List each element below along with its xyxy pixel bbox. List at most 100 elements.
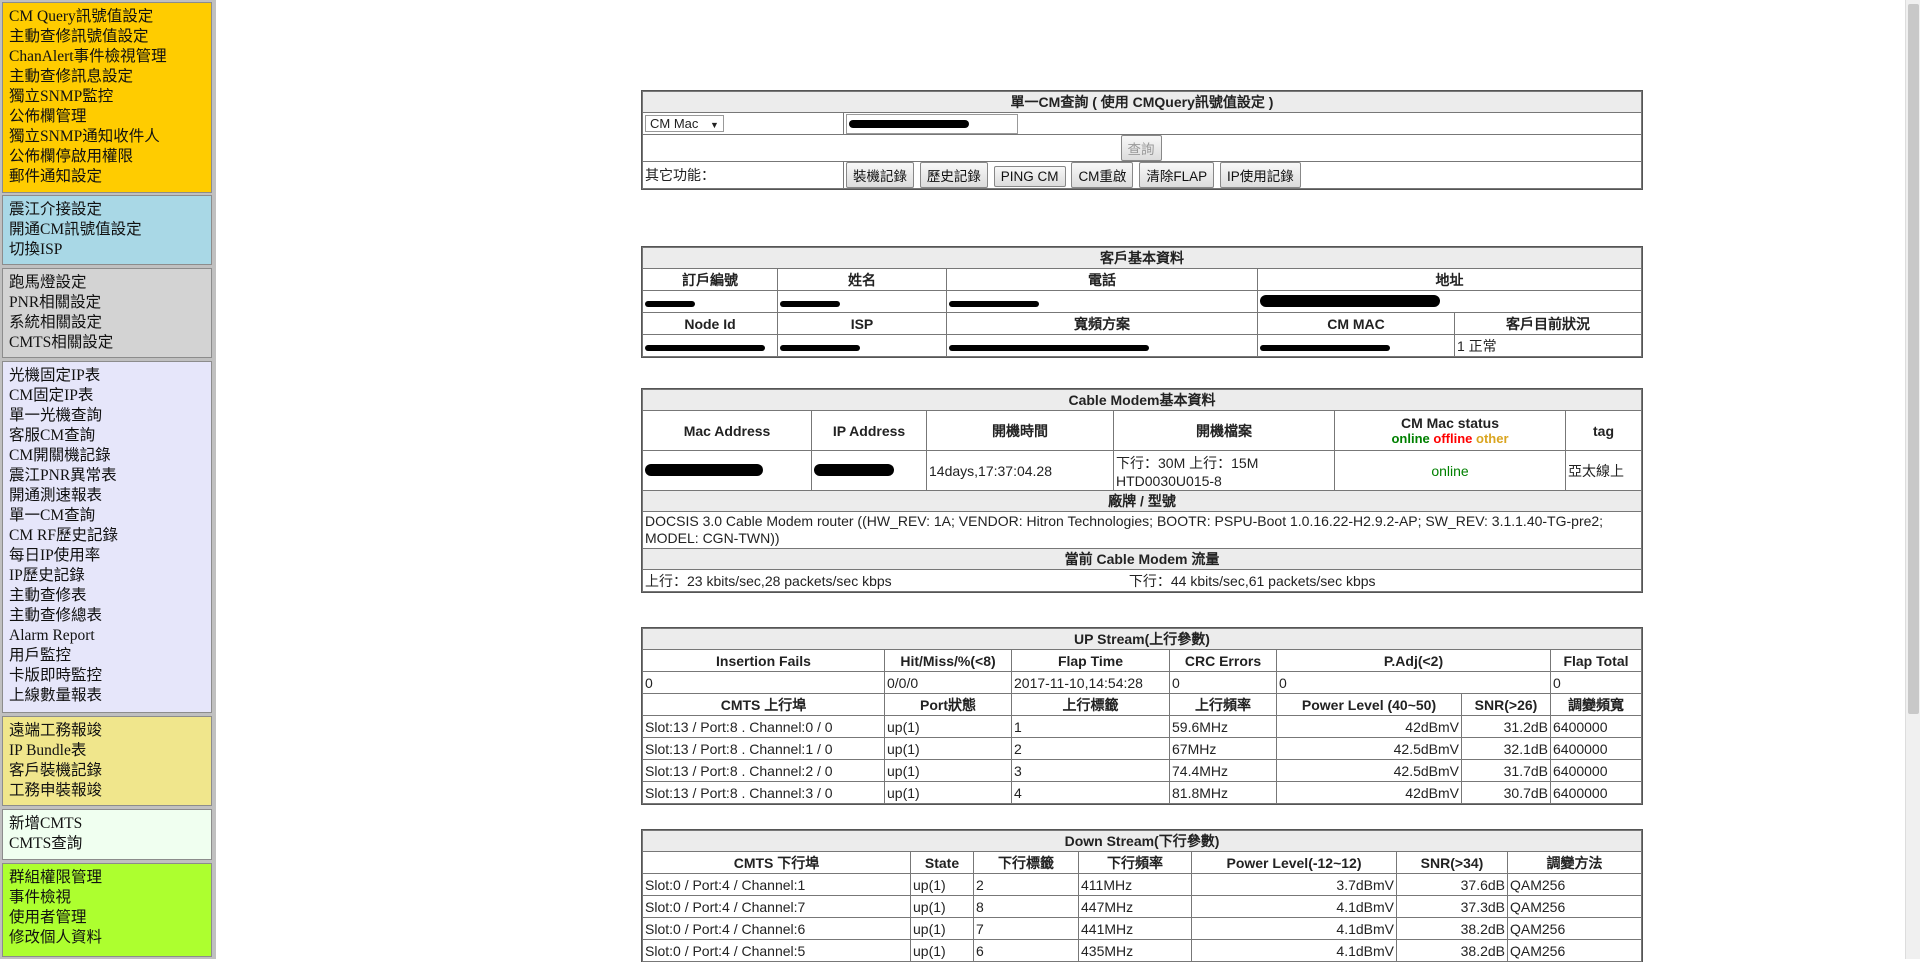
- col-upstream-freq: 上行頻率: [1169, 693, 1277, 716]
- sidebar-item[interactable]: 群組權限管理: [9, 868, 211, 888]
- down-snr: 38.2dB: [1396, 917, 1508, 940]
- sidebar-item[interactable]: 主動查修總表: [9, 606, 211, 626]
- sidebar-item[interactable]: 事件檢視: [9, 888, 211, 908]
- sidebar-item[interactable]: 用戶監控: [9, 646, 211, 666]
- search-button[interactable]: 查詢: [1120, 135, 1162, 161]
- downstream-port: Slot:0 / Port:4 / Channel:5: [642, 939, 911, 962]
- sidebar-item[interactable]: 主動查修訊號值設定: [9, 27, 211, 47]
- sidebar-item[interactable]: 主動查修表: [9, 586, 211, 606]
- legend-other: other: [1476, 431, 1509, 446]
- col-port-state: Port狀態: [884, 693, 1012, 716]
- sidebar-group-settings: CM Query訊號值設定 主動查修訊號值設定 ChanAlert事件檢視管理 主動查…: [2, 2, 212, 193]
- table-row: Slot:0 / Port:4 / Channel:7 up(1) 8 447M…: [642, 895, 1642, 918]
- up-power-level: 42.5dBmV: [1276, 737, 1462, 760]
- sidebar-item[interactable]: 開通測速報表: [9, 486, 211, 506]
- sidebar-item[interactable]: 系統相關設定: [9, 313, 211, 333]
- col-downstream-freq: 下行頻率: [1078, 851, 1192, 874]
- upstream-title: UP Stream(上行參數): [642, 628, 1642, 650]
- sidebar-item[interactable]: 使用者管理: [9, 908, 211, 928]
- col-boot-file: 開機檔案: [1113, 410, 1335, 451]
- sidebar-item[interactable]: 開通CM訊號值設定: [9, 220, 211, 240]
- downstream-freq: 435MHz: [1078, 939, 1192, 962]
- downstream-panel: Down Stream(下行參數) CMTS 下行埠 State 下行標籤 下行…: [641, 829, 1643, 962]
- table-row: Slot:0 / Port:4 / Channel:6 up(1) 7 441M…: [642, 917, 1642, 940]
- sidebar-item[interactable]: 光機固定IP表: [9, 366, 211, 386]
- sidebar-item[interactable]: CM固定IP表: [9, 386, 211, 406]
- up-power-level: 42.5dBmV: [1276, 759, 1462, 782]
- vertical-scrollbar[interactable]: [1905, 0, 1920, 959]
- table-row: Slot:13 / Port:8 . Channel:0 / 0 up(1) 1…: [642, 715, 1642, 738]
- col-padj: P.Adj(<2): [1276, 649, 1551, 672]
- flap-time-value: 2017-11-10,14:54:28: [1011, 671, 1170, 694]
- sidebar-group-reports: 光機固定IP表 CM固定IP表 單一光機查詢 客服CM查詢 CM開關機記錄 震江PNR異常…: [2, 361, 212, 713]
- upstream-panel: UP Stream(上行參數) Insertion Fails Hit/Miss…: [641, 627, 1643, 805]
- install-record-button[interactable]: 裝機記錄: [846, 162, 914, 188]
- scrollbar-thumb[interactable]: [1908, 4, 1919, 714]
- sidebar-item[interactable]: 卡版即時監控: [9, 666, 211, 686]
- up-mod-bandwidth: 6400000: [1550, 737, 1642, 760]
- sidebar-item[interactable]: CM開關機記錄: [9, 446, 211, 466]
- sidebar-item[interactable]: ChanAlert事件檢視管理: [9, 47, 211, 67]
- downstream-label: 6: [973, 939, 1079, 962]
- downstream-freq: 447MHz: [1078, 895, 1192, 918]
- sidebar-item[interactable]: 單一CM查詢: [9, 506, 211, 526]
- upstream-label: 2: [1011, 737, 1170, 760]
- sidebar-item[interactable]: 遠端工務報竣: [9, 721, 211, 741]
- brand-value: DOCSIS 3.0 Cable Modem router ((HW_REV: …: [642, 511, 1642, 549]
- state: up(1): [910, 873, 974, 896]
- sidebar-item[interactable]: 切換ISP: [9, 240, 211, 260]
- sidebar-item[interactable]: CM Query訊號值設定: [9, 7, 211, 27]
- sidebar-item[interactable]: 公佈欄管理: [9, 107, 211, 127]
- col-up-power-level: Power Level (40~50): [1276, 693, 1462, 716]
- sidebar-group-system: 跑馬燈設定 PNR相關設定 系統相關設定 CMTS相關設定: [2, 268, 212, 358]
- clear-flap-button[interactable]: 清除FLAP: [1139, 162, 1215, 188]
- cable-modem-title: Cable Modem基本資料: [642, 389, 1642, 411]
- sidebar-item[interactable]: 客服CM查詢: [9, 426, 211, 446]
- sidebar-item[interactable]: 獨立SNMP通知收件人: [9, 127, 211, 147]
- sidebar-item[interactable]: 修改個人資料: [9, 928, 211, 948]
- downstream-title: Down Stream(下行參數): [642, 830, 1642, 852]
- sidebar-item[interactable]: 震江介接設定: [9, 200, 211, 220]
- upstream-port: Slot:13 / Port:8 . Channel:0 / 0: [642, 715, 885, 738]
- sidebar-item[interactable]: CMTS查詢: [9, 834, 211, 854]
- col-up-snr: SNR(>26): [1461, 693, 1551, 716]
- upstream-freq: 81.8MHz: [1169, 781, 1277, 804]
- ping-cm-button[interactable]: PING CM: [993, 166, 1066, 187]
- sidebar-item[interactable]: 郵件通知設定: [9, 167, 211, 187]
- sidebar-item[interactable]: 工務申裝報竣: [9, 781, 211, 801]
- cm-reboot-button[interactable]: CM重啟: [1071, 162, 1134, 188]
- sidebar-item[interactable]: 單一光機查詢: [9, 406, 211, 426]
- redacted-ip-address: [814, 463, 894, 476]
- boot-file-value: 下行：30M 上行：15M HTD0030U015-8: [1113, 450, 1335, 491]
- state: up(1): [910, 917, 974, 940]
- history-record-button[interactable]: 歷史記錄: [919, 162, 988, 188]
- down-power-level: 4.1dBmV: [1191, 939, 1397, 962]
- sidebar-item[interactable]: CMTS相關設定: [9, 333, 211, 353]
- sidebar-item[interactable]: 主動查修訊息設定: [9, 67, 211, 87]
- sidebar-item[interactable]: 每日IP使用率: [9, 546, 211, 566]
- cm-mac-input[interactable]: [846, 113, 1018, 134]
- sidebar-item[interactable]: 震江PNR異常表: [9, 466, 211, 486]
- sidebar-item[interactable]: 上線數量報表: [9, 686, 211, 706]
- boot-file-line-1: 下行：30M 上行：15M: [1116, 454, 1259, 471]
- sidebar-item[interactable]: 新增CMTS: [9, 814, 211, 834]
- sidebar-item[interactable]: IP歷史記錄: [9, 566, 211, 586]
- ip-address-value: [811, 450, 927, 491]
- sidebar-item[interactable]: 公佈欄停啟用權限: [9, 147, 211, 167]
- sidebar-item[interactable]: PNR相關設定: [9, 293, 211, 313]
- sidebar-item[interactable]: Alarm Report: [9, 626, 211, 646]
- col-cmts-downstream-port: CMTS 下行埠: [642, 851, 911, 874]
- ip-usage-record-button[interactable]: IP使用記錄: [1219, 162, 1301, 188]
- upstream-freq: 67MHz: [1169, 737, 1277, 760]
- sidebar-item[interactable]: 獨立SNMP監控: [9, 87, 211, 107]
- col-downstream-label: 下行標籤: [973, 851, 1079, 874]
- sidebar-item[interactable]: 客戶裝機記錄: [9, 761, 211, 781]
- sidebar-item[interactable]: IP Bundle表: [9, 741, 211, 761]
- sidebar-item[interactable]: CM RF歷史記錄: [9, 526, 211, 546]
- down-modulation: QAM256: [1507, 873, 1642, 896]
- sidebar-item[interactable]: 跑馬燈設定: [9, 273, 211, 293]
- cable-modem-panel: Cable Modem基本資料 Mac Address IP Address 開…: [641, 388, 1643, 593]
- col-uptime: 開機時間: [926, 410, 1114, 451]
- node-id-value: [642, 334, 778, 357]
- query-type-select[interactable]: CM Mac ▼: [645, 115, 724, 132]
